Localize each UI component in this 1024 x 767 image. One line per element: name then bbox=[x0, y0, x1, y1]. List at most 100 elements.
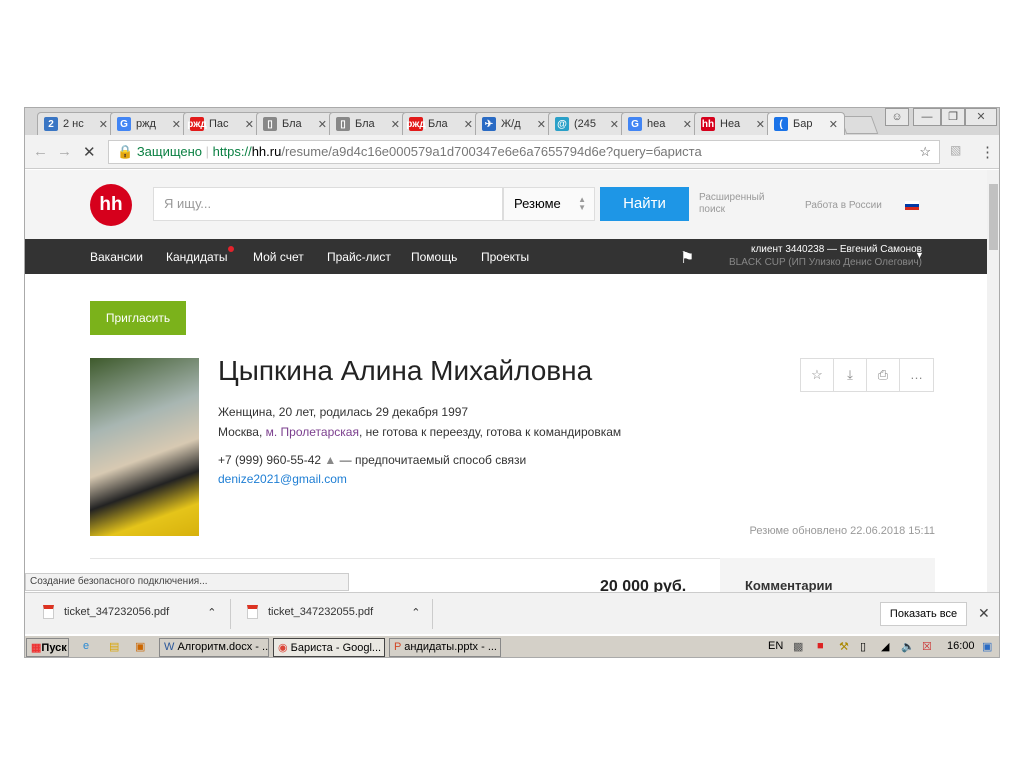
browser-tab[interactable]: @ (245 ✕ bbox=[548, 112, 626, 135]
taskbar-label: Алгоритм.docx - ... bbox=[177, 641, 269, 653]
close-tab-icon[interactable]: ✕ bbox=[391, 118, 400, 131]
new-tab-button[interactable] bbox=[839, 116, 879, 134]
close-tab-icon[interactable]: ✕ bbox=[756, 118, 765, 131]
bookmark-star-icon[interactable]: ☆ bbox=[919, 141, 931, 163]
volume-icon[interactable]: 🔈 bbox=[901, 640, 915, 653]
close-tab-icon[interactable]: ✕ bbox=[829, 118, 838, 131]
stop-icon[interactable]: ✕ bbox=[83, 143, 96, 161]
separator bbox=[230, 599, 231, 629]
page-content: hh Я ищу... Резюме ▲ ▼ Найти Расширенный п… bbox=[25, 170, 987, 592]
browser-tab[interactable]: (Бар ✕ bbox=[767, 112, 845, 135]
invite-button[interactable]: Пригласить bbox=[90, 301, 186, 335]
candidate-name: Цыпкина Алина Михайловна bbox=[218, 355, 593, 386]
hh-logo[interactable]: hh bbox=[90, 184, 132, 226]
close-tab-icon[interactable]: ✕ bbox=[172, 118, 181, 131]
download-item[interactable]: ticket_347232055.pdf ⌃ bbox=[247, 605, 420, 619]
advanced-search-link[interactable]: Расширенный поиск bbox=[699, 192, 769, 216]
taskbar-item-chrome[interactable]: ◉ Бариста - Googl... bbox=[273, 638, 385, 657]
region-link[interactable]: Работа в России bbox=[805, 200, 882, 211]
browser-tab[interactable]: Gржд ✕ bbox=[110, 112, 188, 135]
tab-label: Пас bbox=[209, 118, 229, 130]
close-tab-icon[interactable]: ✕ bbox=[610, 118, 619, 131]
phone: +7 (999) 960-55-42 bbox=[218, 453, 322, 467]
profile-button[interactable]: ☺ bbox=[885, 108, 909, 126]
browser-tab[interactable]: ржд Бла ✕ bbox=[402, 112, 480, 135]
search-type-select[interactable]: Резюме ▲ ▼ bbox=[503, 187, 595, 221]
close-tab-icon[interactable]: ✕ bbox=[99, 118, 108, 131]
client-menu[interactable]: клиент 3440238 — Евгений Самонов BLACK CU… bbox=[729, 243, 922, 269]
media-icon[interactable]: ▣ bbox=[135, 640, 145, 653]
print-icon[interactable]: ⎙ bbox=[867, 359, 900, 391]
taskbar-label: Бариста - Googl... bbox=[290, 642, 382, 654]
browser-tab[interactable]: ▯ Бла ✕ bbox=[329, 112, 407, 135]
close-tab-icon[interactable]: ✕ bbox=[318, 118, 327, 131]
find-button[interactable]: Найти bbox=[600, 187, 689, 221]
hh-icon: hh bbox=[701, 117, 715, 131]
powerpoint-icon: P bbox=[394, 641, 405, 653]
menu-icon[interactable]: ⋮ bbox=[980, 143, 995, 161]
language-indicator[interactable]: EN bbox=[768, 640, 783, 652]
close-icon[interactable]: ✕ bbox=[978, 605, 990, 622]
desktop-icon[interactable]: ▣ bbox=[982, 640, 992, 653]
nav-pricelist[interactable]: Прайс-лист bbox=[327, 250, 391, 264]
browser-tab[interactable]: Ghea ✕ bbox=[621, 112, 699, 135]
russia-flag-icon[interactable] bbox=[905, 201, 919, 210]
browser-tab[interactable]: ▯ Бла ✕ bbox=[256, 112, 334, 135]
alert-icon[interactable]: ☒ bbox=[922, 640, 932, 653]
minimize-button[interactable]: — bbox=[913, 108, 941, 126]
taskbar-item-powerpoint[interactable]: P андидаты.pptx - ... bbox=[389, 638, 501, 657]
network-icon[interactable]: ▩ bbox=[793, 640, 803, 653]
scrollbar-thumb[interactable] bbox=[989, 184, 998, 250]
tool-icon[interactable]: ⚒ bbox=[839, 640, 849, 653]
pdf-extension-icon[interactable]: ▧ bbox=[950, 143, 961, 157]
browser-tab[interactable]: 2 2 нс ✕ bbox=[37, 112, 115, 135]
close-tab-icon[interactable]: ✕ bbox=[464, 118, 473, 131]
nav-account[interactable]: Мой счет bbox=[253, 250, 304, 264]
more-icon[interactable]: … bbox=[900, 359, 933, 391]
warning-icon: ▲ bbox=[324, 453, 337, 467]
folder-icon[interactable]: ▤ bbox=[109, 640, 119, 653]
download-icon[interactable]: ⤓ bbox=[834, 359, 867, 391]
comments-panel: Комментарии bbox=[720, 558, 935, 592]
ie-icon[interactable]: e bbox=[83, 640, 89, 652]
maximize-button[interactable]: ❐ bbox=[941, 108, 965, 126]
signal-icon[interactable]: ◢ bbox=[881, 640, 889, 653]
download-item[interactable]: ticket_347232056.pdf ⌃ bbox=[43, 605, 216, 619]
flag-icon[interactable]: ⚑ bbox=[680, 248, 694, 268]
show-all-button[interactable]: Показать все bbox=[880, 602, 967, 626]
browser-tab[interactable]: ржд Пас ✕ bbox=[183, 112, 261, 135]
close-tab-icon[interactable]: ✕ bbox=[245, 118, 254, 131]
nav-help[interactable]: Помощь bbox=[411, 250, 457, 264]
chevron-up-icon[interactable]: ⌃ bbox=[207, 606, 216, 619]
chevron-down-icon[interactable]: ▼ bbox=[915, 250, 924, 260]
email-link[interactable]: denize2021@gmail.com bbox=[218, 472, 347, 486]
tab-label: Бла bbox=[428, 118, 448, 130]
close-window-button[interactable]: ✕ bbox=[965, 108, 997, 126]
nav-candidates[interactable]: Кандидаты bbox=[166, 246, 234, 264]
secure-label: Защищено bbox=[136, 144, 203, 159]
loading-icon: ( bbox=[774, 117, 788, 131]
browser-tab[interactable]: ✈ Ж/д ✕ bbox=[475, 112, 553, 135]
status-bubble: Создание безопасного подключения... bbox=[25, 573, 349, 591]
chevron-up-icon[interactable]: ⌃ bbox=[411, 606, 420, 619]
close-tab-icon[interactable]: ✕ bbox=[537, 118, 546, 131]
back-icon[interactable]: ← bbox=[33, 143, 48, 160]
forward-icon[interactable]: → bbox=[57, 143, 72, 160]
nav-projects[interactable]: Проекты bbox=[481, 250, 529, 264]
favorite-star-icon[interactable]: ☆ bbox=[801, 359, 834, 391]
start-button[interactable]: ▦Пуск bbox=[26, 638, 69, 657]
taskbar-item-word[interactable]: W Алгоритм.docx - ... bbox=[159, 638, 269, 657]
google-icon: G bbox=[628, 117, 642, 131]
search-input[interactable]: Я ищу... bbox=[153, 187, 503, 221]
antivirus-icon[interactable]: ■ bbox=[817, 640, 824, 652]
metro-link[interactable]: м. Пролетарская bbox=[266, 425, 359, 439]
close-tab-icon[interactable]: ✕ bbox=[683, 118, 692, 131]
clock[interactable]: 16:00 bbox=[947, 640, 975, 652]
address-bar[interactable]: 🔒 Защищено | https://hh.ru/resume/a9d4c1… bbox=[108, 140, 940, 164]
nav-vacancies[interactable]: Вакансии bbox=[90, 250, 143, 264]
browser-tab[interactable]: hh Hea ✕ bbox=[694, 112, 772, 135]
scrollbar[interactable] bbox=[987, 170, 999, 592]
usb-icon[interactable]: ▯ bbox=[860, 640, 866, 653]
tab-label: Бла bbox=[282, 118, 302, 130]
rzd-icon: ржд bbox=[187, 117, 207, 131]
